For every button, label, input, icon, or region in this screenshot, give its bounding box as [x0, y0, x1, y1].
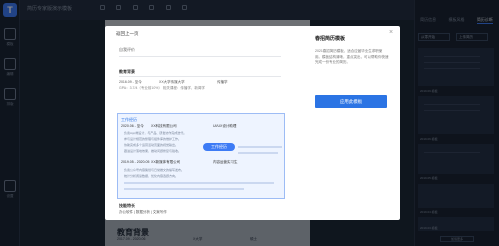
text-line: [124, 182, 274, 184]
education-major: 传播学: [217, 80, 228, 84]
work-bullet: 负责公众号内容策划与日常推文的编写发布。: [124, 168, 185, 172]
work-company: XX新媒体有限公司: [151, 160, 181, 164]
section-heading: 自我评价: [119, 47, 135, 52]
education-school: XX大学传媒大学: [159, 80, 185, 84]
close-icon[interactable]: ×: [389, 29, 393, 36]
work-bullet: 统计分析阅读数据，优化内容选题方向。: [124, 174, 179, 178]
work-section-highlight: 工作经历 2020.06 - 至今 XX科技有限公司 UI/UX设计助理 负责A…: [117, 113, 285, 199]
text-line: [238, 146, 282, 148]
text-line: [238, 152, 278, 154]
divider: [119, 56, 281, 57]
section-heading: 技能特长: [119, 203, 135, 208]
section-heading: 教育背景: [119, 69, 135, 74]
work-bullet: 跟进设计落地效果，推动问题修复与验收。: [124, 149, 182, 153]
work-bullet: 参与设计规范的整理与组件库的维护工作。: [124, 137, 182, 141]
text-line: [124, 188, 244, 190]
work-title: 内容运营实习生: [213, 160, 238, 164]
template-description: 2021春招简历模板，适合应届毕业生求职使用。模板结构清晰，重点突出，可以帮助你…: [315, 49, 389, 64]
work-company: XX科技有限公司: [151, 124, 177, 128]
section-tag-pill[interactable]: 工作经历: [203, 143, 235, 151]
template-preview: 自我评价 教育背景 2016.09 - 至今 XX大学传媒大学 传播学 GPA：…: [112, 43, 285, 220]
work-title: UI/UX设计助理: [213, 124, 237, 128]
work-bullet: 协助完成多个运营活动页面的视觉输出。: [124, 143, 179, 147]
education-detail: GPA：3.7/4（专业前10%） 相关课程：传播学、新闻学: [119, 86, 205, 90]
section-heading: 工作经历: [121, 117, 137, 122]
template-name: 春招简历模板: [315, 36, 346, 42]
use-template-button[interactable]: 应用此模板: [315, 95, 387, 108]
back-link[interactable]: 返回上一页: [116, 31, 139, 37]
skills-text: 办公软件 | 数据分析 | 文案写作: [119, 210, 167, 214]
education-date: 2016.09 - 至今: [119, 80, 142, 84]
template-preview-modal: 返回上一页 × 自我评价 教育背景 2016.09 - 至今 XX大学传媒大学 …: [105, 26, 400, 220]
divider: [119, 76, 281, 77]
work-date: 2020.06 - 至今: [121, 124, 144, 128]
work-date: 2019.05 - 2020.05: [121, 160, 150, 164]
work-bullet: 负责App端设计，与产品、研发协作完成迭代。: [124, 131, 187, 135]
